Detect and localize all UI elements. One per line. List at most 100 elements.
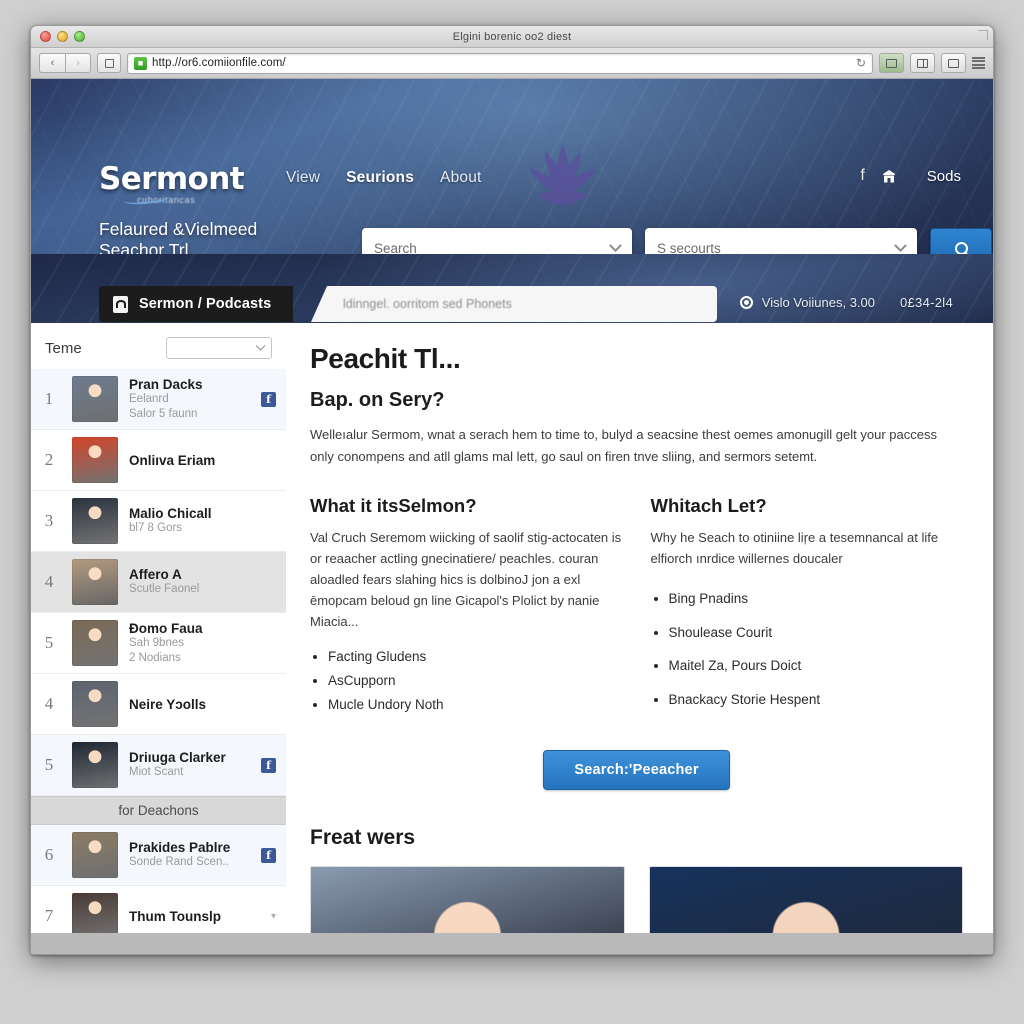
address-bar[interactable]: ■ http.//or6.comiionfile.com/ ↻ xyxy=(127,52,873,74)
sidebar-list-item[interactable]: 5 Ɖomo Faua Sah 9bnes 2 Nodians xyxy=(31,613,286,674)
search-input[interactable]: Search xyxy=(362,228,632,254)
share-glyph xyxy=(948,58,959,68)
avatar xyxy=(72,681,118,727)
list-item: AsCupporn xyxy=(328,670,623,692)
chevron-down-icon[interactable] xyxy=(609,238,622,252)
back-button[interactable]: ‹ xyxy=(39,53,65,73)
sidebar-heading: Teme xyxy=(45,339,82,357)
list-item-text: Ɖomo Faua Sah 9bnes 2 Nodians xyxy=(129,621,276,665)
list-item: Bnackacy Storie Hespent xyxy=(669,684,964,716)
chevron-down-icon[interactable] xyxy=(894,238,907,252)
search-category-select[interactable]: S secourts xyxy=(645,228,917,254)
sidebar-list-item[interactable]: 4 Neire Yɔolls xyxy=(31,674,286,735)
sidebar-list-item[interactable]: 1 Pran Dacks Eelanrd Salor 5 faunn f xyxy=(31,369,286,430)
list-item-name: Neire Yɔolls xyxy=(129,696,207,712)
facebook-icon[interactable]: f xyxy=(261,757,276,773)
breadcrumb-tab[interactable]: Sermon / Podcasts xyxy=(99,286,294,322)
facebook-icon[interactable]: f xyxy=(860,167,864,185)
facebook-icon[interactable]: f xyxy=(261,847,276,863)
list-item-subtitle: Salor 5 faunn xyxy=(129,407,198,420)
avatar xyxy=(72,498,118,544)
avatar xyxy=(72,376,118,422)
list-item-index: 2 xyxy=(44,450,54,469)
reader-icon[interactable] xyxy=(910,53,935,73)
list-item-index: 3 xyxy=(44,511,54,530)
sidebar: Teme 1 Pran Dacks Eelanrd Salor 5 faunn f 2 On… xyxy=(31,323,286,954)
hero-title-line1: Felaured &Vielmeed xyxy=(99,219,258,239)
list-item-text: Pran Dacks Eelanrd Salor 5 faunn xyxy=(129,377,250,421)
list-item: Facting Gludens xyxy=(328,646,623,668)
breadcrumb-status-code: 0£34-2l4 xyxy=(900,295,953,310)
list-item: Bing Pnadins xyxy=(669,583,964,615)
sidebar-icon[interactable] xyxy=(972,56,985,70)
stop-button[interactable] xyxy=(97,53,121,73)
header-utility-nav: f Sods xyxy=(860,167,961,185)
list-item-text: Neire Yɔolls xyxy=(129,697,276,712)
podcast-icon xyxy=(113,295,128,313)
column-left-paragraph: Val Cruch Seremom wiicking of saolif sti… xyxy=(310,529,622,629)
list-item-name: Onliıva Eriam xyxy=(129,452,216,468)
search-input-value: Search xyxy=(374,240,417,255)
site-logo[interactable]: Sermont cuboritancas xyxy=(99,161,245,207)
reader-glyph xyxy=(917,58,928,68)
page-bottom-cutoff xyxy=(31,933,993,954)
nav-item-about[interactable]: About xyxy=(440,169,482,187)
search-submit-button[interactable] xyxy=(930,228,992,254)
sidebar-list-item[interactable]: 4 Affero A Scutle Faonel xyxy=(31,552,286,613)
list-item-text: Prakides Pablre Sonde Rand Scen.. xyxy=(129,840,250,869)
list-item-index: 4 xyxy=(44,572,54,591)
bag-icon[interactable] xyxy=(881,169,897,184)
resize-grip[interactable] xyxy=(978,30,988,40)
avatar xyxy=(72,559,118,605)
search-preacher-button[interactable]: Search:'Peeacher xyxy=(543,749,730,790)
browser-toolbar: ‹ › ■ http.//or6.comiionfile.com/ ↻ xyxy=(31,48,993,79)
avatar xyxy=(72,620,118,666)
breadcrumb-search-field[interactable]: ldinngel. oorritom sed Phonets xyxy=(311,286,717,322)
primary-nav: View Seurions About xyxy=(286,169,482,187)
breadcrumb-tab-label: Sermon / Podcasts xyxy=(139,296,272,312)
column-right-paragraph: Why he Seach to otiniine liŗe a tesemnan… xyxy=(650,529,939,566)
list-item-index: 5 xyxy=(44,633,54,652)
sidebar-list-item[interactable]: 2 Onliıva Eriam xyxy=(31,430,286,491)
column-right-heading: Whitach Let? xyxy=(650,494,767,516)
header-utility-label[interactable]: Sods xyxy=(927,168,961,185)
url-text: http.//or6.comiionfile.com/ xyxy=(152,57,286,69)
sidebar-list-item[interactable]: 6 Prakides Pablre Sonde Rand Scen.. f xyxy=(31,825,286,886)
window-title: Elgini borenic oo2 diest xyxy=(452,30,572,43)
reload-icon[interactable]: ↻ xyxy=(856,56,866,70)
breadcrumb-search-text: ldinngel. oorritom sed Phonets xyxy=(343,297,512,311)
share-icon[interactable] xyxy=(941,53,966,73)
list-item: Mucle Undory Noth xyxy=(328,694,623,716)
list-item-text: Malio Chicall bl7 8 Gors xyxy=(129,506,276,535)
chevron-down-icon xyxy=(255,340,266,351)
sidebar-filter-select[interactable] xyxy=(166,337,272,359)
column-left: What it itsSelmon? Val Cruch Seremom wii… xyxy=(310,495,623,718)
sidebar-header: Teme xyxy=(31,323,286,369)
list-item-text: Onliıva Eriam xyxy=(129,453,276,468)
list-item-index: 6 xyxy=(44,845,54,864)
puzzle-glyph xyxy=(886,58,897,68)
chevron-down-icon[interactable]: ▾ xyxy=(271,911,276,922)
nav-item-view[interactable]: View xyxy=(286,169,320,187)
nav-item-seurions[interactable]: Seurions xyxy=(346,169,414,187)
forward-button[interactable]: › xyxy=(65,53,91,73)
list-item-text: Driıuga Clarker Miot Scant xyxy=(129,750,250,779)
column-left-heading: What it itsSelmon? xyxy=(310,494,477,516)
sidebar-glyph xyxy=(972,56,985,70)
extension-icon[interactable] xyxy=(879,53,904,73)
list-item-index: 4 xyxy=(44,694,54,713)
search-icon xyxy=(954,241,968,254)
facebook-icon[interactable]: f xyxy=(261,391,276,407)
list-item-name: Driıuga Clarker xyxy=(129,750,226,766)
list-item-subtitle: bl7 8 Gors xyxy=(129,522,183,535)
list-item: Maitel Za, Pours Doict xyxy=(669,650,964,682)
nav-buttons[interactable]: ‹ › xyxy=(39,53,91,73)
list-item-text: Thum Tounslp xyxy=(129,909,260,924)
cta-wrapper: Search:'Peeacher xyxy=(310,749,963,790)
sidebar-list-item[interactable]: 5 Driıuga Clarker Miot Scant f xyxy=(31,735,286,796)
list-item-name: Pran Dacks xyxy=(129,377,203,393)
two-column-section: What it itsSelmon? Val Cruch Seremom wii… xyxy=(310,495,963,718)
avatar xyxy=(72,437,118,483)
sidebar-list-item[interactable]: 3 Malio Chicall bl7 8 Gors xyxy=(31,491,286,552)
list-item-text: Affero A Scutle Faonel xyxy=(129,567,276,596)
